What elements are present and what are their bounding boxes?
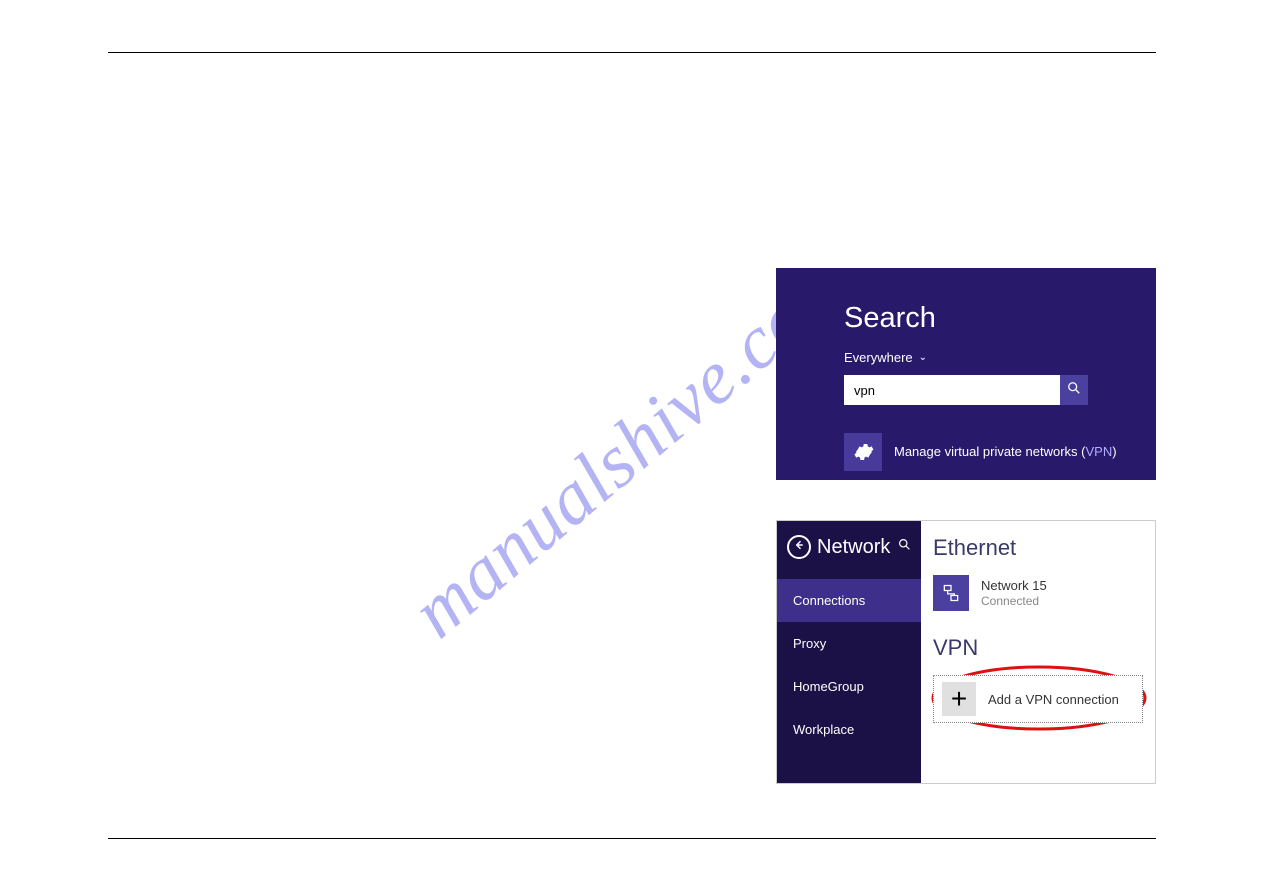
search-button[interactable]	[1060, 375, 1088, 405]
search-scope-dropdown[interactable]: Everywhere ⌄	[844, 350, 927, 365]
page-top-rule	[108, 52, 1156, 53]
back-button[interactable]	[787, 535, 811, 559]
plus-icon: +	[942, 682, 976, 716]
ethernet-label: Network 15 Connected	[981, 578, 1047, 608]
page-bottom-rule	[108, 838, 1156, 839]
network-content: Ethernet Network 15 Connected VPN + Add …	[921, 521, 1155, 783]
sidebar-search-button[interactable]	[898, 538, 911, 556]
arrow-left-icon	[793, 538, 805, 556]
ethernet-name: Network 15	[981, 578, 1047, 594]
gear-icon	[844, 433, 882, 471]
search-result-label: Manage virtual private networks (VPN)	[894, 444, 1117, 461]
vpn-add-wrap: + Add a VPN connection	[933, 675, 1143, 723]
network-header: Network	[777, 521, 921, 579]
network-sidebar: Network Connections Proxy HomeGroup Work…	[777, 521, 921, 783]
search-icon	[898, 538, 911, 555]
chevron-down-icon: ⌄	[919, 352, 927, 363]
nav-workplace[interactable]: Workplace	[777, 708, 921, 751]
ethernet-icon	[933, 575, 969, 611]
vpn-heading: VPN	[933, 635, 1143, 661]
network-settings-panel: Network Connections Proxy HomeGroup Work…	[776, 520, 1156, 784]
ethernet-heading: Ethernet	[933, 535, 1143, 561]
search-input[interactable]	[844, 375, 1060, 405]
nav-proxy[interactable]: Proxy	[777, 622, 921, 665]
add-vpn-connection-button[interactable]: + Add a VPN connection	[933, 675, 1143, 723]
search-result-manage-vpn[interactable]: Manage virtual private networks (VPN)	[844, 433, 1156, 471]
ethernet-connection-item[interactable]: Network 15 Connected	[933, 575, 1143, 611]
nav-homegroup[interactable]: HomeGroup	[777, 665, 921, 708]
search-icon	[1067, 381, 1081, 400]
search-scope-label: Everywhere	[844, 350, 913, 365]
network-title: Network	[817, 536, 892, 559]
add-vpn-label: Add a VPN connection	[988, 692, 1119, 707]
search-row	[844, 375, 1088, 405]
search-title: Search	[844, 302, 1156, 335]
nav-connections[interactable]: Connections	[777, 579, 921, 622]
ethernet-status: Connected	[981, 594, 1047, 608]
search-charm-panel: Search Everywhere ⌄ Manage virtual priva…	[776, 268, 1156, 480]
